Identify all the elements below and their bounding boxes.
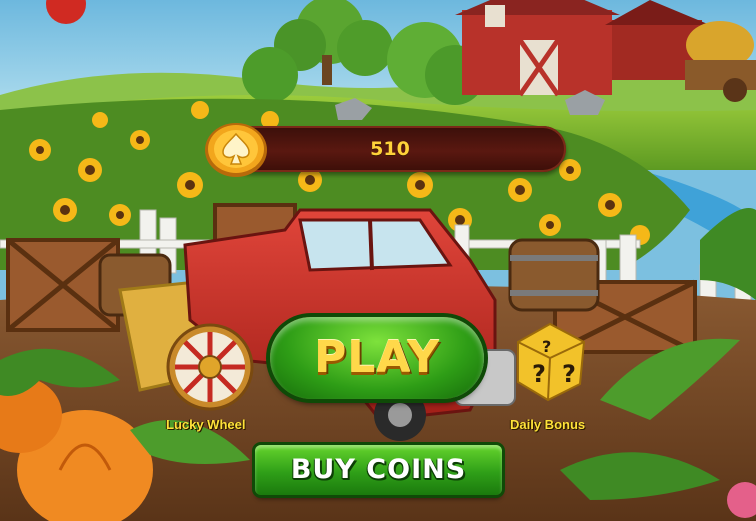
lucky-wheel-icon[interactable] bbox=[166, 323, 254, 411]
svg-text:?: ? bbox=[532, 360, 546, 388]
svg-text:?: ? bbox=[542, 337, 551, 356]
hay-cart bbox=[685, 21, 756, 102]
buy-coins-button-label: BUY COINS bbox=[290, 454, 467, 485]
buy-coins-button[interactable]: BUY COINS bbox=[255, 445, 502, 495]
daily-bonus-dice-icon[interactable]: ? ? ? bbox=[512, 320, 588, 404]
lucky-wheel-label[interactable]: Lucky Wheel bbox=[166, 417, 245, 432]
play-button-label: PLAY bbox=[314, 332, 440, 383]
spade-coin-icon bbox=[205, 123, 267, 177]
daily-bonus-label[interactable]: Daily Bonus bbox=[510, 417, 585, 432]
play-button[interactable]: PLAY bbox=[270, 317, 484, 399]
coin-balance-value: 510 bbox=[370, 138, 410, 160]
farm-background bbox=[0, 0, 756, 521]
svg-text:?: ? bbox=[562, 360, 576, 388]
